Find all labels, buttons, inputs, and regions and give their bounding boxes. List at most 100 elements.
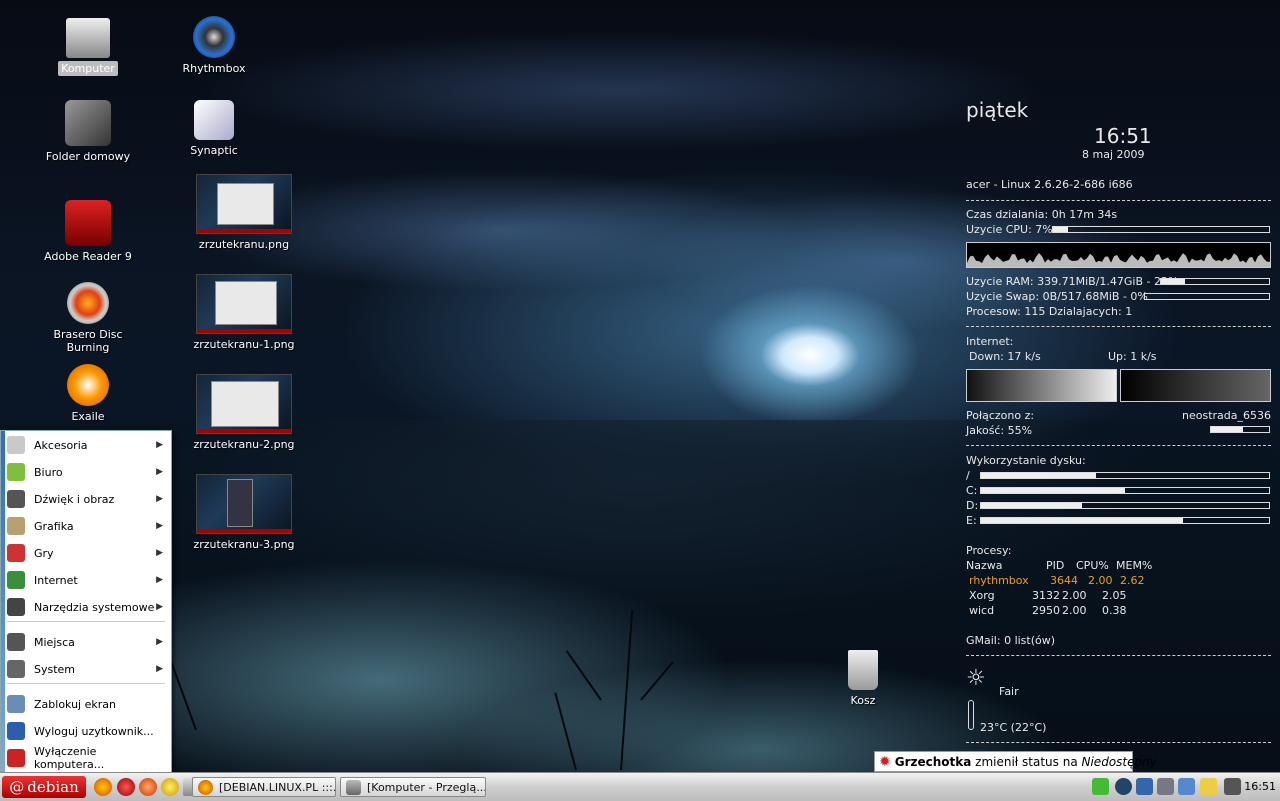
menu-item-lock-screen[interactable]: Zablokuj ekran xyxy=(7,692,167,716)
menu-item-shutdown[interactable]: Wyłączenie komputera... xyxy=(7,745,167,771)
menu-item-system[interactable]: System ▶ xyxy=(7,657,167,681)
desktop-icon-adobe-reader[interactable]: Adobe Reader 9 xyxy=(33,200,143,264)
screenshot-thumbnail xyxy=(196,374,292,434)
network-tray-icon[interactable] xyxy=(1115,778,1132,795)
menu-item-label: Narzędzia systemowe xyxy=(34,600,155,614)
conky-disk-label: Wykorzystanie dysku: xyxy=(966,454,1086,467)
process-cpu: 2.00 xyxy=(1062,589,1087,602)
conky-quality: Jakość: 55% xyxy=(966,424,1033,437)
desktop-icon-label: Komputer xyxy=(58,61,118,76)
start-menu-button[interactable]: @ debian xyxy=(2,776,86,798)
disk-usage-bar xyxy=(980,472,1270,479)
process-cpu: 2.00 xyxy=(1062,604,1087,617)
proc-header-name: Nazwa xyxy=(966,559,1003,572)
desktop-icon-home-folder[interactable]: Folder domowy xyxy=(33,100,143,164)
desktop-icon-computer[interactable]: Komputer xyxy=(33,18,143,76)
menu-item-games[interactable]: Gry ▶ xyxy=(7,541,167,565)
cpu-bar xyxy=(1052,226,1270,233)
sun-icon: ☼ xyxy=(966,666,986,691)
desktop-file-screenshot-3[interactable]: zrzutekranu-3.png xyxy=(189,474,299,552)
menu-item-label: Akcesoria xyxy=(34,438,88,452)
screenshot-thumbnail xyxy=(196,474,292,534)
desktop-icon-synaptic[interactable]: Synaptic xyxy=(159,100,269,158)
iceweasel-launcher-icon[interactable] xyxy=(94,778,112,796)
menu-item-label: Dźwięk i obraz xyxy=(34,492,115,506)
settings-launcher-icon[interactable] xyxy=(139,778,157,796)
process-mem: 2.05 xyxy=(1102,589,1127,602)
menu-item-label: Wyłączenie komputera... xyxy=(34,745,105,771)
debian-launcher-icon[interactable] xyxy=(117,778,135,796)
menu-item-label: Grafika xyxy=(34,519,74,533)
conky-system: acer - Linux 2.6.26-2-686 i686 xyxy=(966,178,1133,191)
pidgin-tray-icon[interactable] xyxy=(1136,778,1153,795)
conky-up: Up: 1 k/s xyxy=(1108,350,1157,363)
desktop-file-label: zrzutekranu-3.png xyxy=(193,538,295,551)
conky-connected-label: Połączono z: xyxy=(966,409,1035,422)
menu-item-system-tools[interactable]: Narzędzia systemowe ▶ xyxy=(7,595,167,619)
desktop-icon-label: Folder domowy xyxy=(45,150,131,163)
desktop-file-screenshot-1[interactable]: zrzutekranu-1.png xyxy=(189,274,299,352)
menu-item-internet[interactable]: Internet ▶ xyxy=(7,568,167,592)
desktop-file-screenshot[interactable]: zrzutekranu.png xyxy=(189,174,299,252)
conky-uptime: Czas dzialania: 0h 17m 34s xyxy=(966,208,1118,221)
menu-item-label: Miejsca xyxy=(34,635,75,649)
desktop-icon-exaile[interactable]: Exaile xyxy=(33,364,143,424)
wicd-tray-icon[interactable] xyxy=(1092,778,1109,795)
updates-tray-icon[interactable] xyxy=(1157,778,1174,795)
desktop-file-label: zrzutekranu-2.png xyxy=(193,438,295,451)
pidgin-launcher-icon[interactable] xyxy=(161,778,179,796)
taskbar-window-debian-linux[interactable]: [DEBIAN.LINUX.PL :::... xyxy=(192,777,336,797)
menu-separator xyxy=(7,683,165,684)
notification-text: zmienił status na xyxy=(971,754,1082,769)
lock-screen-icon xyxy=(7,695,25,713)
volume-tray-icon[interactable] xyxy=(1224,778,1241,795)
menu-item-accessories[interactable]: Akcesoria ▶ xyxy=(7,433,167,457)
conky-network: neostrada_6536 xyxy=(1182,409,1271,422)
cpu-graph xyxy=(966,242,1271,268)
internet-icon xyxy=(7,571,25,589)
submenu-arrow-icon: ▶ xyxy=(156,602,163,612)
disk-label: D: xyxy=(966,499,979,512)
graphics-icon xyxy=(7,517,25,535)
process-pid: 3132 xyxy=(1032,589,1060,602)
menu-item-logout[interactable]: Wyloguj uzytkownik... xyxy=(7,719,167,743)
taskbar-window-komputer[interactable]: [Komputer - Przeglą... xyxy=(340,777,486,797)
desktop-file-screenshot-2[interactable]: zrzutekranu-2.png xyxy=(189,374,299,452)
menu-item-sound-video[interactable]: Dźwięk i obraz ▶ xyxy=(7,487,167,511)
screenshot-thumbnail xyxy=(196,174,292,234)
quality-bar xyxy=(1210,426,1270,433)
status-notification[interactable]: ✹ Grzechotka zmienił status na Niedostęp… xyxy=(874,751,1157,772)
process-pid: 3644 xyxy=(1050,574,1078,587)
desktop-icon-brasero[interactable]: Brasero Disc Burning xyxy=(33,282,143,355)
upload-graph xyxy=(1120,369,1271,402)
office-icon xyxy=(7,463,25,481)
conky-temp: 23°C (22°C) xyxy=(980,721,1047,734)
menu-item-places[interactable]: Miejsca ▶ xyxy=(7,630,167,654)
conky-proc-title: Procesy: xyxy=(966,544,1012,557)
disk-label: C: xyxy=(966,484,978,497)
process-mem: 0.38 xyxy=(1102,604,1127,617)
desktop-icon-rhythmbox[interactable]: Rhythmbox xyxy=(159,16,269,76)
taskbar-clock[interactable]: 16:51 xyxy=(1244,780,1276,793)
file-browser-icon xyxy=(346,780,361,795)
disk-usage-bar xyxy=(980,487,1270,494)
notification-status: Niedostępny xyxy=(1081,754,1157,769)
exaile-icon xyxy=(67,364,109,406)
swap-bar xyxy=(1144,293,1270,300)
desktop-icon-trash[interactable]: Kosz xyxy=(808,650,918,708)
sound-video-icon xyxy=(7,490,25,508)
conky-processes: Procesow: 115 Dzialajacych: 1 xyxy=(966,305,1133,318)
notes-tray-icon[interactable] xyxy=(1200,778,1217,795)
power-tray-icon[interactable] xyxy=(1178,778,1195,795)
submenu-arrow-icon: ▶ xyxy=(156,575,163,585)
menu-item-graphics[interactable]: Grafika ▶ xyxy=(7,514,167,538)
menu-item-label: Internet xyxy=(34,573,78,587)
menu-item-label: System xyxy=(34,662,76,676)
menu-item-office[interactable]: Biuro ▶ xyxy=(7,460,167,484)
proc-header-cpu: CPU% xyxy=(1076,559,1109,572)
submenu-arrow-icon: ▶ xyxy=(156,521,163,531)
thermometer-icon xyxy=(968,700,974,730)
proc-header-mem: MEM% xyxy=(1116,559,1153,572)
download-graph xyxy=(966,369,1117,402)
computer-icon xyxy=(66,18,110,58)
